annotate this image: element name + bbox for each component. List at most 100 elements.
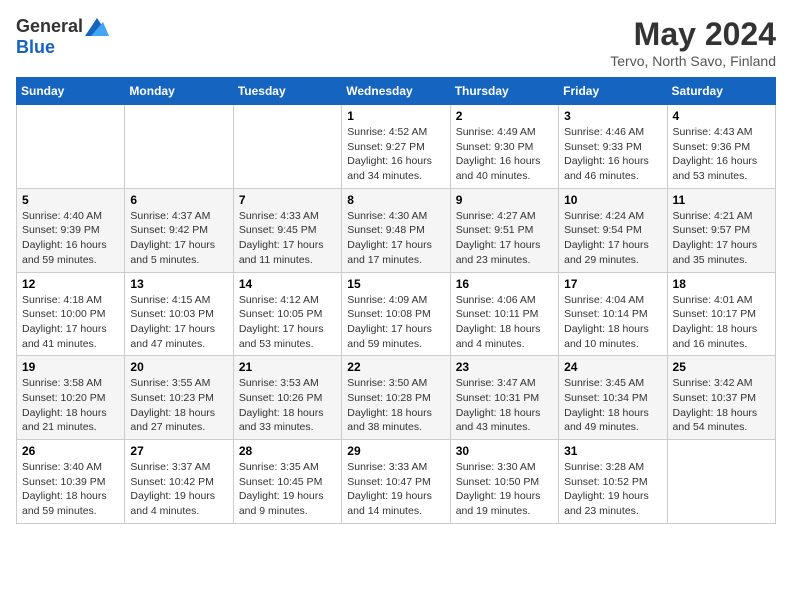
header-friday: Friday: [559, 78, 667, 105]
day-number: 31: [564, 444, 661, 458]
table-cell: 5 Sunrise: 4:40 AM Sunset: 9:39 PM Daylig…: [17, 188, 125, 272]
table-cell: 27 Sunrise: 3:37 AM Sunset: 10:42 PM Dayl…: [125, 440, 233, 524]
day-info: Sunrise: 4:04 AM Sunset: 10:14 PM Daylig…: [564, 293, 661, 352]
day-number: 24: [564, 360, 661, 374]
table-cell: 21Sunrise: 3:53 AM Sunset: 10:26 PM Dayl…: [233, 356, 341, 440]
day-number: 30: [456, 444, 553, 458]
day-number: 7: [239, 193, 336, 207]
table-cell: 9Sunrise: 4:27 AM Sunset: 9:51 PM Daylig…: [450, 188, 558, 272]
logo-blue-text: Blue: [16, 37, 55, 58]
table-cell: 7 Sunrise: 4:33 AM Sunset: 9:45 PM Daylig…: [233, 188, 341, 272]
table-cell: 22Sunrise: 3:50 AM Sunset: 10:28 PM Dayl…: [342, 356, 450, 440]
day-info: Sunrise: 4:06 AM Sunset: 10:11 PM Daylig…: [456, 293, 553, 352]
logo-general-text: General: [16, 16, 83, 37]
table-cell: 10Sunrise: 4:24 AM Sunset: 9:54 PM Dayli…: [559, 188, 667, 272]
day-info: Sunrise: 4:43 AM Sunset: 9:36 PM Dayligh…: [673, 125, 770, 184]
table-cell: 3 Sunrise: 4:46 AM Sunset: 9:33 PM Daylig…: [559, 105, 667, 189]
table-cell: 2Sunrise: 4:49 AM Sunset: 9:30 PM Daylig…: [450, 105, 558, 189]
header-tuesday: Tuesday: [233, 78, 341, 105]
day-number: 25: [673, 360, 770, 374]
table-cell: 16 Sunrise: 4:06 AM Sunset: 10:11 PM Dayl…: [450, 272, 558, 356]
location-subtitle: Tervo, North Savo, Finland: [610, 53, 776, 69]
week-row-1: 1 Sunrise: 4:52 AM Sunset: 9:27 PM Daylig…: [17, 105, 776, 189]
table-cell: 1 Sunrise: 4:52 AM Sunset: 9:27 PM Daylig…: [342, 105, 450, 189]
day-info: Sunrise: 3:47 AM Sunset: 10:31 PM Daylig…: [456, 376, 553, 435]
table-cell: 12 Sunrise: 4:18 AM Sunset: 10:00 PM Dayl…: [17, 272, 125, 356]
day-info: Sunrise: 4:01 AM Sunset: 10:17 PM Daylig…: [673, 293, 770, 352]
day-info: Sunrise: 4:46 AM Sunset: 9:33 PM Dayligh…: [564, 125, 661, 184]
day-number: 11: [673, 193, 770, 207]
table-cell: 18 Sunrise: 4:01 AM Sunset: 10:17 PM Dayl…: [667, 272, 775, 356]
day-info: Sunrise: 3:58 AM Sunset: 10:20 PM Daylig…: [22, 376, 119, 435]
table-cell: 25 Sunrise: 3:42 AM Sunset: 10:37 PM Dayl…: [667, 356, 775, 440]
table-cell: 4 Sunrise: 4:43 AM Sunset: 9:36 PM Daylig…: [667, 105, 775, 189]
day-info: Sunrise: 4:37 AM Sunset: 9:42 PM Dayligh…: [130, 209, 227, 268]
day-number: 29: [347, 444, 444, 458]
week-row-5: 26Sunrise: 3:40 AM Sunset: 10:39 PM Dayl…: [17, 440, 776, 524]
table-cell: 15 Sunrise: 4:09 AM Sunset: 10:08 PM Dayl…: [342, 272, 450, 356]
table-cell: 24 Sunrise: 3:45 AM Sunset: 10:34 PM Dayl…: [559, 356, 667, 440]
day-number: 8: [347, 193, 444, 207]
day-number: 4: [673, 109, 770, 123]
day-info: Sunrise: 4:09 AM Sunset: 10:08 PM Daylig…: [347, 293, 444, 352]
day-info: Sunrise: 3:40 AM Sunset: 10:39 PM Daylig…: [22, 460, 119, 519]
day-info: Sunrise: 4:30 AM Sunset: 9:48 PM Dayligh…: [347, 209, 444, 268]
day-number: 10: [564, 193, 661, 207]
day-number: 6: [130, 193, 227, 207]
table-cell: [233, 105, 341, 189]
table-cell: [17, 105, 125, 189]
header-monday: Monday: [125, 78, 233, 105]
table-cell: 14Sunrise: 4:12 AM Sunset: 10:05 PM Dayl…: [233, 272, 341, 356]
day-info: Sunrise: 4:21 AM Sunset: 9:57 PM Dayligh…: [673, 209, 770, 268]
table-cell: 11 Sunrise: 4:21 AM Sunset: 9:57 PM Dayli…: [667, 188, 775, 272]
day-info: Sunrise: 4:15 AM Sunset: 10:03 PM Daylig…: [130, 293, 227, 352]
day-number: 13: [130, 277, 227, 291]
header-saturday: Saturday: [667, 78, 775, 105]
day-info: Sunrise: 3:42 AM Sunset: 10:37 PM Daylig…: [673, 376, 770, 435]
header-row: SundayMondayTuesdayWednesdayThursdayFrid…: [17, 78, 776, 105]
day-info: Sunrise: 3:35 AM Sunset: 10:45 PM Daylig…: [239, 460, 336, 519]
table-cell: 29 Sunrise: 3:33 AM Sunset: 10:47 PM Dayl…: [342, 440, 450, 524]
table-cell: 20Sunrise: 3:55 AM Sunset: 10:23 PM Dayl…: [125, 356, 233, 440]
day-number: 18: [673, 277, 770, 291]
table-cell: 13 Sunrise: 4:15 AM Sunset: 10:03 PM Dayl…: [125, 272, 233, 356]
day-number: 1: [347, 109, 444, 123]
table-cell: 26Sunrise: 3:40 AM Sunset: 10:39 PM Dayl…: [17, 440, 125, 524]
header-sunday: Sunday: [17, 78, 125, 105]
day-info: Sunrise: 3:37 AM Sunset: 10:42 PM Daylig…: [130, 460, 227, 519]
day-info: Sunrise: 3:28 AM Sunset: 10:52 PM Daylig…: [564, 460, 661, 519]
table-cell: [125, 105, 233, 189]
day-info: Sunrise: 4:18 AM Sunset: 10:00 PM Daylig…: [22, 293, 119, 352]
day-number: 3: [564, 109, 661, 123]
calendar-header: SundayMondayTuesdayWednesdayThursdayFrid…: [17, 78, 776, 105]
header-thursday: Thursday: [450, 78, 558, 105]
day-info: Sunrise: 4:12 AM Sunset: 10:05 PM Daylig…: [239, 293, 336, 352]
day-info: Sunrise: 4:40 AM Sunset: 9:39 PM Dayligh…: [22, 209, 119, 268]
table-cell: 8 Sunrise: 4:30 AM Sunset: 9:48 PM Daylig…: [342, 188, 450, 272]
header-wednesday: Wednesday: [342, 78, 450, 105]
table-cell: 28Sunrise: 3:35 AM Sunset: 10:45 PM Dayl…: [233, 440, 341, 524]
day-number: 9: [456, 193, 553, 207]
day-number: 15: [347, 277, 444, 291]
day-number: 27: [130, 444, 227, 458]
day-number: 5: [22, 193, 119, 207]
day-number: 12: [22, 277, 119, 291]
day-info: Sunrise: 4:52 AM Sunset: 9:27 PM Dayligh…: [347, 125, 444, 184]
day-number: 20: [130, 360, 227, 374]
day-info: Sunrise: 3:45 AM Sunset: 10:34 PM Daylig…: [564, 376, 661, 435]
table-cell: 23Sunrise: 3:47 AM Sunset: 10:31 PM Dayl…: [450, 356, 558, 440]
week-row-3: 12 Sunrise: 4:18 AM Sunset: 10:00 PM Dayl…: [17, 272, 776, 356]
day-number: 22: [347, 360, 444, 374]
table-cell: 6 Sunrise: 4:37 AM Sunset: 9:42 PM Daylig…: [125, 188, 233, 272]
table-cell: 31 Sunrise: 3:28 AM Sunset: 10:52 PM Dayl…: [559, 440, 667, 524]
table-cell: 19 Sunrise: 3:58 AM Sunset: 10:20 PM Dayl…: [17, 356, 125, 440]
day-info: Sunrise: 3:30 AM Sunset: 10:50 PM Daylig…: [456, 460, 553, 519]
day-number: 2: [456, 109, 553, 123]
day-number: 16: [456, 277, 553, 291]
day-info: Sunrise: 4:33 AM Sunset: 9:45 PM Dayligh…: [239, 209, 336, 268]
logo-icon: [85, 18, 109, 36]
day-info: Sunrise: 3:33 AM Sunset: 10:47 PM Daylig…: [347, 460, 444, 519]
month-title: May 2024: [610, 16, 776, 53]
day-number: 19: [22, 360, 119, 374]
week-row-2: 5 Sunrise: 4:40 AM Sunset: 9:39 PM Daylig…: [17, 188, 776, 272]
